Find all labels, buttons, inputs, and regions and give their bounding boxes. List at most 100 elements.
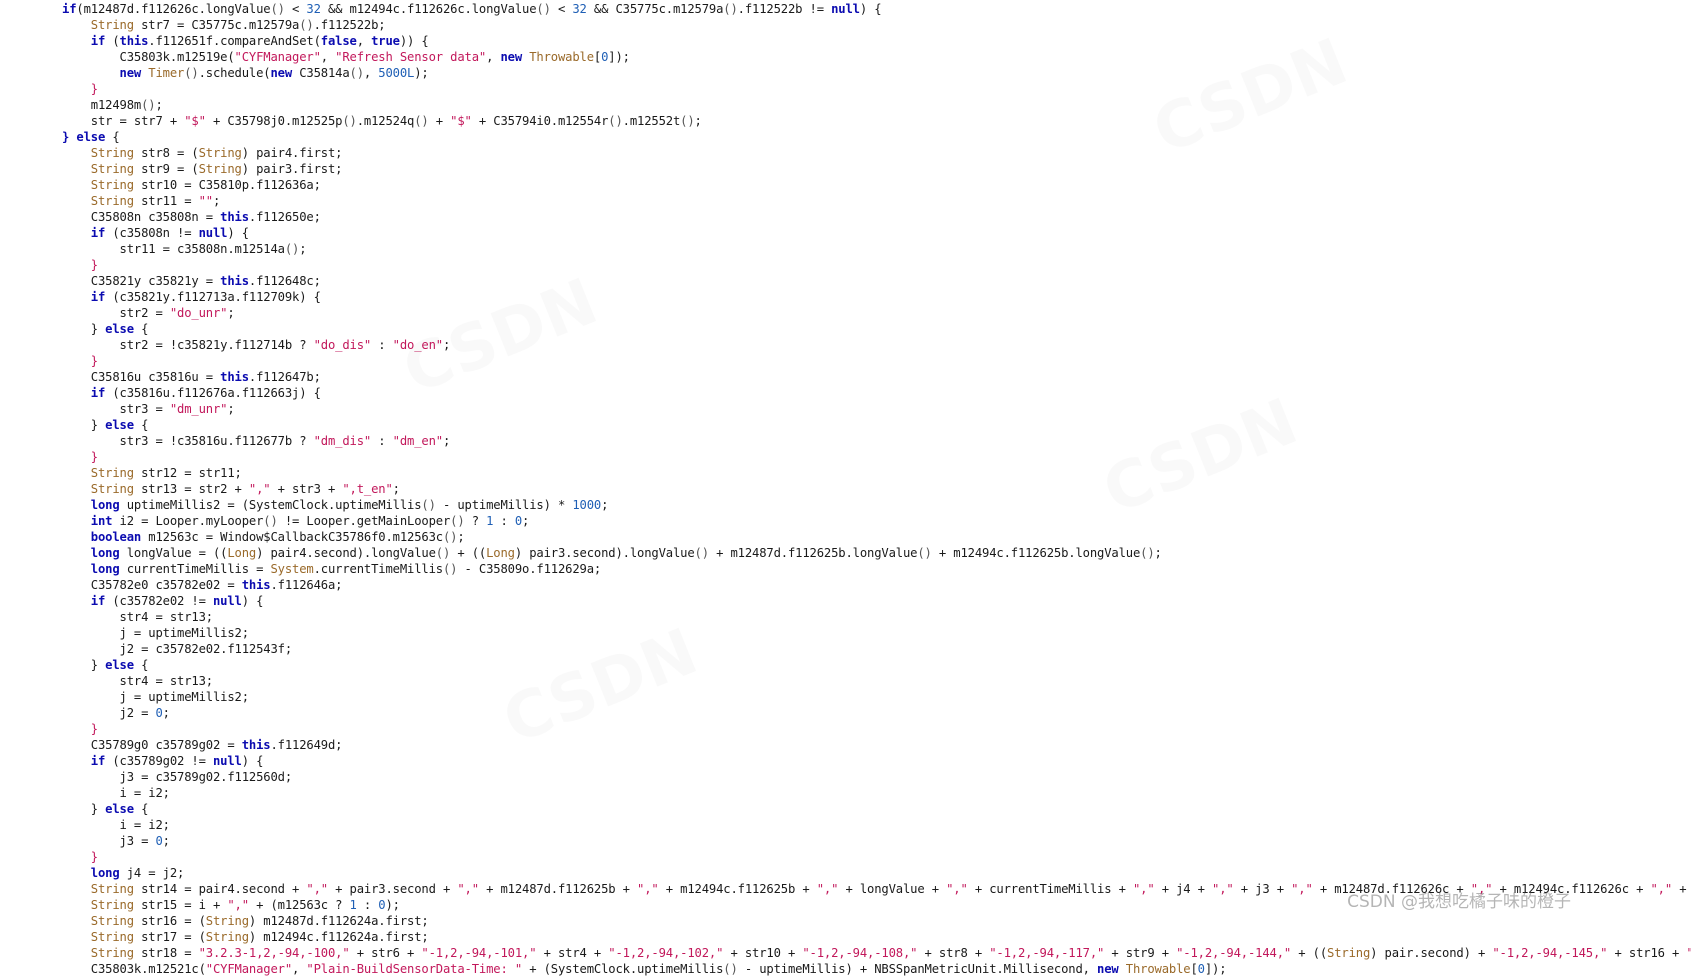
code-token: "$" [450, 114, 472, 128]
code-token: "3.2.3-1,2,-94,-100," [198, 946, 350, 960]
code-token: ; [442, 338, 451, 352]
code-token: String [198, 146, 242, 160]
code-token: .f112649d; [270, 738, 343, 752]
code-token: (c35789g02 != [105, 754, 213, 768]
code-line: C35789g0 c35789g02 = this.f112649d; [62, 737, 1691, 753]
code-token: ); [385, 898, 400, 912]
code-token: uptimeMillis2 = (SystemClock.uptimeMilli… [119, 498, 422, 512]
code-token: ; [155, 98, 163, 112]
code-line: long uptimeMillis2 = (SystemClock.uptime… [62, 497, 1691, 513]
code-token: null [212, 594, 242, 608]
code-token: + currentTimeMillis + [967, 882, 1133, 896]
code-token: str11 = c35808n.m12514a [119, 242, 285, 256]
code-token: () [184, 66, 199, 80]
code-token: < [284, 2, 307, 16]
code-token: str16 = ( [133, 914, 206, 928]
code-token: if [90, 226, 106, 240]
code-line: String str8 = (String) pair4.first; [62, 145, 1691, 161]
code-token: + str6 + [349, 946, 422, 960]
code-token: String [90, 162, 134, 176]
code-token: new [1097, 962, 1119, 976]
code-line: String str18 = "3.2.3-1,2,-94,-100," + s… [62, 945, 1691, 961]
code-line: str2 = !c35821y.f112714b ? "do_dis" : "d… [62, 337, 1691, 353]
code-token: ; [522, 514, 530, 528]
code-token: .currentTimeMillis [313, 562, 444, 576]
code-token: + (( [450, 546, 487, 560]
code-line: j3 = 0; [62, 833, 1691, 849]
code-line: } else { [62, 657, 1691, 673]
code-token: () [917, 546, 932, 560]
code-token: [ [1190, 962, 1198, 976]
code-token: this [119, 34, 149, 48]
code-token: + [428, 114, 451, 128]
code-token: "Refresh Sensor data" [335, 50, 487, 64]
code-token: : [371, 434, 393, 448]
code-token: != Looper.getMainLooper [277, 514, 451, 528]
code-editor[interactable]: CSDN CSDN CSDN CSDN if(m12487d.f112626c.… [0, 0, 1691, 980]
code-token: () [270, 2, 285, 16]
code-line: } [62, 449, 1691, 465]
code-token: "," [946, 882, 968, 896]
code-line: if (c35808n != null) { [62, 225, 1691, 241]
code-token: ) { [859, 2, 882, 16]
code-token: str3 = [119, 402, 170, 416]
code-line: } [62, 849, 1691, 865]
code-line: str4 = str13; [62, 673, 1691, 689]
code-line: j3 = c35789g02.f112560d; [62, 769, 1691, 785]
code-line: String str17 = (String) m12494c.f112624a… [62, 929, 1691, 945]
code-token: )) { [399, 34, 429, 48]
code-token: String [205, 930, 249, 944]
code-token: , [356, 34, 372, 48]
code-token: longValue = (( [119, 546, 228, 560]
code-token: () [299, 18, 314, 32]
code-token: () [442, 530, 458, 544]
code-token: "," [306, 882, 328, 896]
code-token: 1 [349, 898, 357, 912]
code-token: String [90, 882, 134, 896]
code-token: long [90, 866, 120, 880]
code-token: .f112522b != [737, 2, 832, 16]
code-token: , [320, 50, 336, 64]
code-line: str = str7 + "$" + C35798j0.m12525p().m1… [62, 113, 1691, 129]
code-line: String str11 = ""; [62, 193, 1691, 209]
code-token: .m12552t [622, 114, 681, 128]
code-line: j2 = 0; [62, 705, 1691, 721]
code-line: if (c35821y.f112713a.f112709k) { [62, 289, 1691, 305]
code-token: str11 = [133, 194, 199, 208]
code-token: + C35794i0.m12554r [471, 114, 609, 128]
code-token: str12 = str11; [133, 466, 242, 480]
code-token: ) { [241, 594, 264, 608]
code-line: } [62, 353, 1691, 369]
code-token: + str10 + [723, 946, 803, 960]
code-line: } [62, 81, 1691, 97]
code-token: + m12487d.f112625b + [478, 882, 637, 896]
code-token: str17 = ( [133, 930, 206, 944]
code-token: 5000L [378, 66, 415, 80]
code-token: } [90, 418, 106, 432]
code-token: else [105, 322, 134, 336]
code-token: { [133, 658, 149, 672]
code-token: str4 = str13; [119, 674, 214, 688]
code-token: () [421, 498, 436, 512]
code-token: true [371, 34, 400, 48]
code-token: ; [227, 402, 235, 416]
code-line: str2 = "do_unr"; [62, 305, 1691, 321]
code-token: C35808n c35808n = [90, 210, 221, 224]
code-token: str7 = C35775c.m12579a [133, 18, 300, 32]
code-token: ) m12494c.f112624a.first; [248, 930, 429, 944]
code-token: , [292, 962, 307, 976]
